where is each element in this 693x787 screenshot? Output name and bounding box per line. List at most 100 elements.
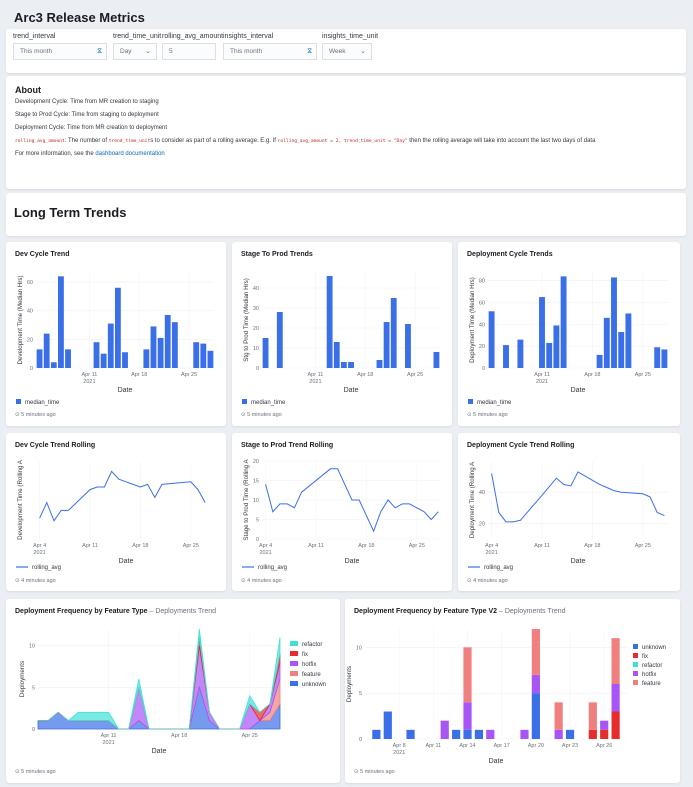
code-snippet: rolling_avg_amount	[15, 139, 65, 144]
x-tick-label: Apr 14	[459, 743, 475, 749]
y-axis-title: Development Time (Rolling A	[17, 459, 24, 540]
bar	[193, 342, 200, 368]
bar	[611, 277, 617, 368]
y-tick-label: 0	[30, 366, 33, 372]
bar-unknown	[383, 711, 392, 739]
controls-panel: trend_interval This month ⧖ trend_time_u…	[6, 29, 686, 73]
series-line	[39, 470, 206, 522]
chart-card-deployment-cycle: Deployment Cycle Trends 0 20 40 60 80 Apr 11 A…	[458, 242, 680, 426]
bar-hotfix	[440, 720, 449, 739]
last-updated: ⊙ 5 minutes ago	[354, 769, 395, 775]
control-value: This month	[230, 48, 263, 55]
y-tick-label: 10	[253, 346, 259, 352]
bar	[122, 352, 128, 368]
legend-swatch	[468, 399, 473, 404]
bar-fix	[611, 711, 620, 739]
y-axis-title: Stg to Prod Time (Median Hrs)	[243, 278, 250, 362]
x-axis-title: Date	[152, 748, 167, 755]
bar-unknown	[531, 693, 540, 739]
bar-hotfix	[463, 702, 472, 730]
x-tick-label: Apr 11	[425, 743, 441, 749]
x-tick-label: Apr 11	[308, 543, 324, 549]
bar	[560, 276, 567, 368]
y-axis-title: Deployment Time (Median Hrs)	[469, 277, 476, 363]
legend-swatch	[290, 641, 298, 646]
bar	[405, 324, 411, 368]
chart-svg: 0 10 20 30 40 Apr 11 Apr 18 Apr 25 2021 Date Stg t…	[242, 272, 440, 406]
x-tick-label: Apr 25	[181, 372, 197, 378]
bar	[164, 314, 171, 368]
bar-feature	[531, 629, 540, 675]
bar	[262, 338, 269, 368]
x-tick-label: Apr 20	[528, 743, 544, 749]
bar	[383, 322, 390, 368]
control-label: insights_interval	[223, 33, 274, 40]
bar	[157, 337, 164, 368]
control-rolling-avg-amount: rolling_avg_amount 5	[162, 33, 223, 60]
chart-card-stage-to-prod: Stage To Prod Trends 0 10 20 30 40 Apr 11 Apr …	[232, 242, 452, 426]
legend-label: refactor	[642, 663, 662, 669]
legend-swatch	[633, 653, 638, 658]
bar	[376, 360, 383, 368]
control-trend-interval: trend_interval This month ⧖	[13, 33, 107, 60]
legend-label: rolling_avg	[32, 565, 61, 571]
x-tick-label: Apr 18	[584, 372, 600, 378]
bar-hotfix	[520, 729, 529, 739]
last-updated-text: 5 minutes ago	[473, 412, 508, 418]
last-updated-text: 5 minutes ago	[247, 412, 282, 418]
y-tick-label: 30	[253, 306, 259, 312]
code-snippet: rolling_avg_amount = 2, trend_time_unit …	[277, 139, 408, 144]
legend-label: hotfix	[302, 662, 316, 668]
x-axis-title: Date	[345, 558, 360, 565]
y-tick-label: 0	[256, 366, 259, 372]
chart-svg: 0 5 10 Apr 11 Apr 18 Apr 25 2021 Date Deployment…	[19, 628, 326, 755]
trend-time-unit-select[interactable]: Day ⌄	[113, 43, 157, 60]
section-title: Long Term Trends	[14, 205, 127, 220]
x-tick-label: Apr 11	[101, 733, 117, 739]
bar	[114, 287, 121, 368]
x-tick-label: Apr 18	[132, 543, 148, 549]
last-updated: ⊙ 4 minutes ago	[241, 578, 282, 584]
y-tick-label: 40	[479, 322, 485, 328]
bar	[43, 333, 50, 368]
bar-feature	[463, 647, 472, 703]
x-tick-label: Apr 25	[635, 543, 651, 549]
calendar-icon[interactable]: ⧖	[97, 44, 102, 59]
y-tick-label: 5	[32, 685, 35, 691]
bar-hotfix	[531, 674, 540, 694]
insights-time-unit-select[interactable]: Week ⌄	[322, 43, 372, 60]
bar-fix	[588, 729, 597, 739]
dashboard-documentation-link[interactable]: dashboard documentation	[95, 151, 164, 157]
y-tick-label: 0	[359, 737, 362, 743]
legend-label: median_time	[477, 400, 512, 406]
bar-hotfix	[611, 684, 620, 712]
chart-card-deployment-frequency-v2: Deployment Frequency by Feature Type V2 …	[345, 599, 680, 783]
y-tick-label: 40	[253, 286, 259, 292]
bar	[58, 276, 64, 368]
about-line: Development Cycle: Time from MR creation…	[15, 99, 159, 105]
legend-swatch	[633, 644, 638, 649]
bar	[503, 345, 509, 368]
rolling-avg-amount-input[interactable]: 5	[162, 43, 216, 60]
trend-interval-picker[interactable]: This month ⧖	[13, 43, 107, 60]
x-axis-title: Date	[119, 558, 134, 565]
bar-fix	[600, 729, 609, 739]
control-insights-time-unit: insights_time_unit Week ⌄	[322, 33, 378, 60]
last-updated: ⊙ 4 minutes ago	[15, 578, 56, 584]
legend-label: rolling_avg	[484, 565, 513, 571]
insights-interval-picker[interactable]: This month ⧖	[223, 43, 317, 60]
chart-card-dev-cycle-rolling: Dev Cycle Trend Rolling Apr 4 Apr 11 Apr 1…	[6, 433, 226, 591]
x-tick-label: Apr 11	[308, 372, 324, 378]
x-tick-label: Apr 18	[131, 372, 147, 378]
control-label: rolling_avg_amount	[162, 33, 224, 40]
bar	[517, 339, 524, 368]
x-tick-label: Apr 17	[494, 743, 510, 749]
y-tick-label: 20	[479, 521, 485, 527]
bar	[150, 326, 157, 368]
bar	[143, 349, 150, 368]
bar	[654, 347, 661, 368]
bar	[171, 322, 178, 368]
about-panel: About Development Cycle: Time from MR cr…	[6, 76, 686, 189]
section-header: Long Term Trends	[6, 193, 686, 236]
calendar-icon[interactable]: ⧖	[307, 44, 312, 59]
